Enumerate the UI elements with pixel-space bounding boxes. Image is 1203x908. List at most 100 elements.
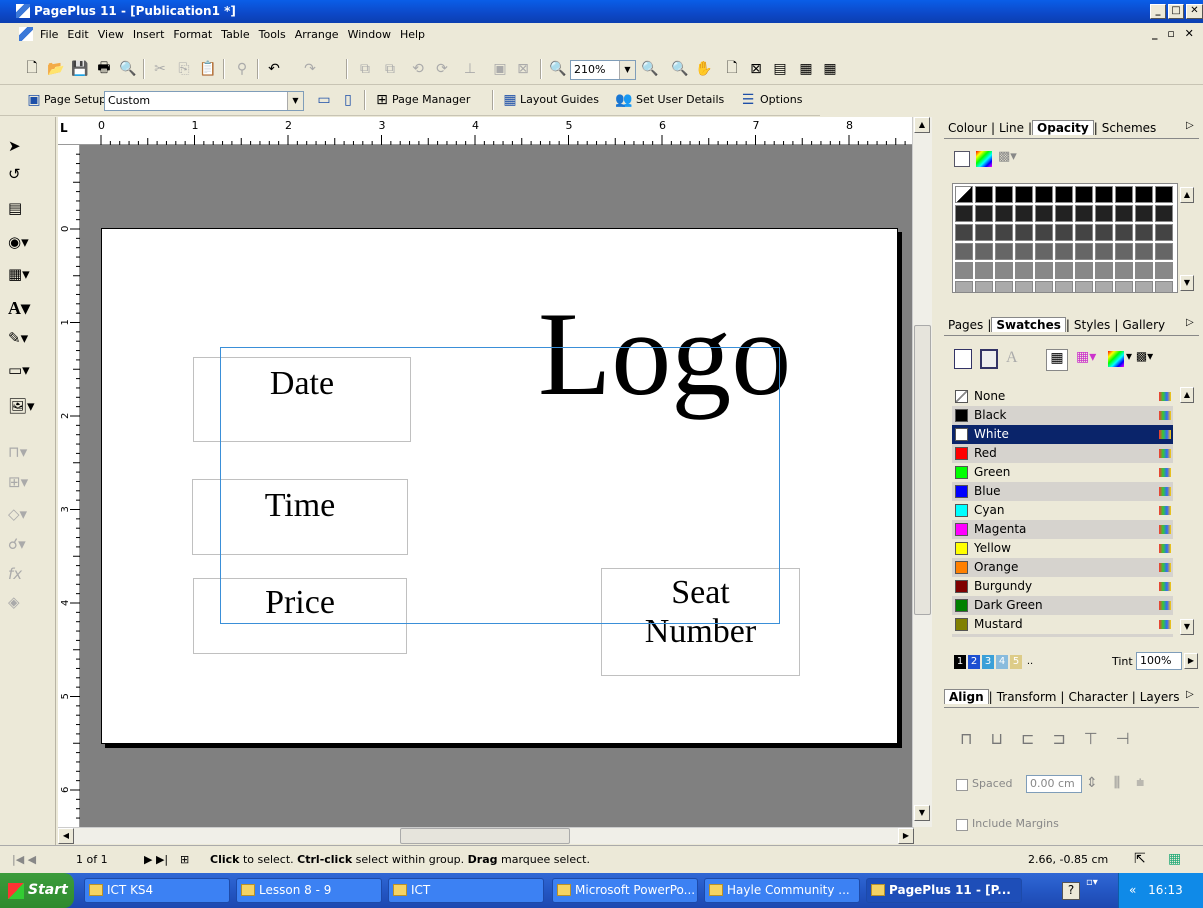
- zoom-tool-icon[interactable]: 🔍: [670, 59, 690, 79]
- new-icon[interactable]: 🗋: [22, 59, 42, 79]
- menu-edit[interactable]: Edit: [67, 28, 88, 41]
- opacity-swatch[interactable]: [1115, 186, 1133, 203]
- quickshape-tool-icon[interactable]: ▭▾: [8, 357, 42, 383]
- open-folder-icon[interactable]: 📂: [46, 59, 66, 79]
- scroll-right-icon[interactable]: ▶: [898, 828, 914, 844]
- taskbar-item[interactable]: Lesson 8 - 9: [236, 878, 382, 903]
- 3d-tool-icon[interactable]: ◈: [8, 589, 42, 615]
- colour-set-numbers[interactable]: 1 2 3 4 5..: [954, 655, 1036, 669]
- opacity-swatch[interactable]: [995, 243, 1013, 260]
- opacity-swatch[interactable]: [1035, 281, 1053, 292]
- page-setup-icon[interactable]: ▣: [24, 90, 44, 110]
- print-preview-icon[interactable]: 🔍: [118, 59, 138, 79]
- taskbar-item[interactable]: ICT KS4: [84, 878, 230, 903]
- opacity-swatch[interactable]: [1055, 205, 1073, 222]
- opacity-swatch[interactable]: [975, 205, 993, 222]
- fx-tool-icon[interactable]: fx: [8, 561, 42, 587]
- include-margins-checkbox[interactable]: [956, 819, 968, 831]
- scroll-down-icon[interactable]: ▼: [1180, 275, 1194, 291]
- layout-guides-icon[interactable]: ▦: [500, 90, 520, 110]
- tab-character[interactable]: Character: [1064, 690, 1131, 704]
- tab-layers[interactable]: Layers: [1136, 690, 1184, 704]
- opacity-swatch[interactable]: [995, 186, 1013, 203]
- text-colour-icon[interactable]: A: [1006, 349, 1018, 367]
- swatch-item[interactable]: Mustard: [952, 615, 1173, 634]
- swatch-item[interactable]: Black: [952, 406, 1173, 425]
- opacity-swatch[interactable]: [1095, 224, 1113, 241]
- swatch-item[interactable]: Magenta: [952, 520, 1173, 539]
- colour-set-3[interactable]: 3: [982, 655, 994, 669]
- menu-file[interactable]: File: [40, 28, 58, 41]
- opacity-swatch[interactable]: [1015, 205, 1033, 222]
- opacity-swatch[interactable]: [1015, 224, 1033, 241]
- maximize-button[interactable]: □: [1168, 4, 1184, 19]
- opacity-swatch[interactable]: [1055, 281, 1073, 292]
- cut-icon[interactable]: ✂: [150, 59, 170, 79]
- tab-colour[interactable]: Colour: [944, 121, 991, 135]
- group-icon[interactable]: ▣: [490, 59, 510, 79]
- swatch-item[interactable]: Yellow: [952, 539, 1173, 558]
- add-page-icon[interactable]: ⊞: [180, 846, 189, 873]
- opacity-swatch[interactable]: [1075, 224, 1093, 241]
- distribute-icons[interactable]: ⇕⫼⩧: [1086, 775, 1160, 791]
- opacity-swatch[interactable]: [1015, 243, 1033, 260]
- menu-table[interactable]: Table: [221, 28, 249, 41]
- table-tool-icon[interactable]: ▦▾: [8, 261, 42, 287]
- opacity-swatch[interactable]: [1155, 205, 1173, 222]
- page-manager-icon[interactable]: ⊞: [372, 90, 392, 110]
- paste-icon[interactable]: 📋: [198, 59, 218, 79]
- opacity-swatch[interactable]: [995, 262, 1013, 279]
- taskbar-item[interactable]: PagePlus 11 - [P...: [866, 878, 1022, 903]
- opacity-swatch[interactable]: [1135, 186, 1153, 203]
- opacity-swatch[interactable]: [1075, 262, 1093, 279]
- shape-tool-icon[interactable]: ◉▾: [8, 229, 42, 255]
- opacity-swatch[interactable]: [1035, 186, 1053, 203]
- opacity-swatch[interactable]: [995, 281, 1013, 292]
- colour-set-1[interactable]: 1: [954, 655, 966, 669]
- scroll-up-icon[interactable]: ▲: [1180, 387, 1194, 403]
- scroll-left-icon[interactable]: ◀: [58, 828, 74, 844]
- menu-window[interactable]: Window: [348, 28, 391, 41]
- swatch-item[interactable]: Cyan: [952, 501, 1173, 520]
- full-page-icon[interactable]: ⊠: [746, 59, 766, 79]
- options-icon[interactable]: ☰: [738, 90, 758, 110]
- publication-page[interactable]: Date Time Price Seat Number Logo: [101, 228, 898, 744]
- opacity-swatch[interactable]: [955, 262, 973, 279]
- swatch-item[interactable]: Dark Blue: [952, 634, 1173, 637]
- chevron-down-icon[interactable]: ▼: [287, 92, 303, 110]
- menu-insert[interactable]: Insert: [133, 28, 165, 41]
- colour-palette-icon[interactable]: ▦▾: [1076, 349, 1096, 365]
- opacity-swatch[interactable]: [1015, 186, 1033, 203]
- opacity-swatch[interactable]: [975, 224, 993, 241]
- panel-menu-icon[interactable]: ▷: [1186, 317, 1194, 328]
- palette-icon[interactable]: ▦: [1046, 349, 1068, 371]
- swatch-item[interactable]: White: [952, 425, 1173, 444]
- swatch-item[interactable]: Dark Green: [952, 596, 1173, 615]
- next-page-icon[interactable]: ▶ ▶|: [144, 846, 168, 873]
- transparency-tool-icon[interactable]: ⊓▾: [8, 439, 42, 465]
- pointer-tool-icon[interactable]: ➤: [8, 133, 42, 159]
- layout-icon[interactable]: ▦: [1168, 846, 1181, 873]
- opacity-swatch[interactable]: [1035, 243, 1053, 260]
- fill-tool-icon[interactable]: ◇▾: [8, 501, 42, 527]
- vertical-ruler[interactable]: 0 1 2 3 4 5 6: [58, 145, 80, 827]
- bitmap-opacity-icon[interactable]: ▩▾: [998, 149, 1017, 164]
- tab-schemes[interactable]: Schemes: [1098, 121, 1161, 135]
- document-icon[interactable]: [19, 27, 33, 41]
- horizontal-scroll-thumb[interactable]: [400, 828, 570, 844]
- align-panel-tabs[interactable]: Align | Transform | Character | Layers: [944, 687, 1199, 708]
- swatch-item[interactable]: Burgundy: [952, 577, 1173, 596]
- opacity-swatch[interactable]: [1035, 224, 1053, 241]
- portrait-icon[interactable]: ▯: [338, 90, 358, 110]
- taskbar-item[interactable]: Microsoft PowerPo...: [552, 878, 698, 903]
- align-buttons[interactable]: ⊓⊔⊏⊐⊤⊣: [960, 729, 1148, 748]
- page-width-icon[interactable]: ▤: [770, 59, 790, 79]
- swatch-item[interactable]: Green: [952, 463, 1173, 482]
- opacity-swatch[interactable]: [1135, 205, 1153, 222]
- menu-format[interactable]: Format: [173, 28, 212, 41]
- colour-set-6[interactable]: ..: [1024, 655, 1036, 669]
- page-setup-button[interactable]: Page Setup: [44, 90, 106, 110]
- colour-set-4[interactable]: 4: [996, 655, 1008, 669]
- opacity-swatch-grid[interactable]: [952, 183, 1178, 293]
- spaced-field[interactable]: 0.00 cm: [1026, 775, 1082, 793]
